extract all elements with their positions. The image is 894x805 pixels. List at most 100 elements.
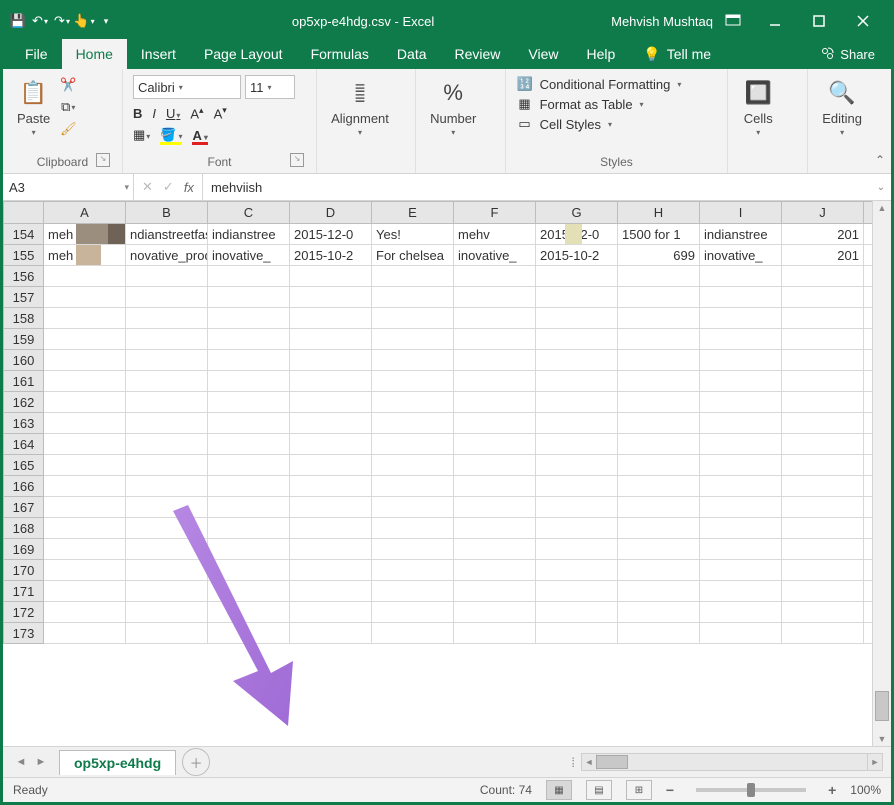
cell[interactable]: [618, 266, 700, 287]
cell[interactable]: [44, 518, 126, 539]
cell[interactable]: [290, 455, 372, 476]
cell[interactable]: [372, 581, 454, 602]
cell[interactable]: [864, 413, 873, 434]
cell[interactable]: [208, 455, 290, 476]
cell[interactable]: [454, 539, 536, 560]
cell[interactable]: [44, 560, 126, 581]
page-break-view-icon[interactable]: ⊞: [626, 780, 652, 800]
cell[interactable]: [618, 392, 700, 413]
cell[interactable]: [782, 539, 864, 560]
cell[interactable]: [290, 497, 372, 518]
zoom-slider[interactable]: [696, 788, 806, 792]
cell[interactable]: [782, 497, 864, 518]
row-header[interactable]: 154: [4, 224, 44, 245]
cell[interactable]: 201: [782, 245, 864, 266]
row-header[interactable]: 168: [4, 518, 44, 539]
cell[interactable]: [208, 329, 290, 350]
cell[interactable]: [208, 560, 290, 581]
cell[interactable]: [864, 581, 873, 602]
cell[interactable]: [126, 371, 208, 392]
row-header[interactable]: 157: [4, 287, 44, 308]
cell[interactable]: [618, 329, 700, 350]
column-header[interactable]: B: [126, 202, 208, 224]
cell-styles-button[interactable]: ▭Cell Styles▾: [516, 115, 682, 133]
column-header[interactable]: C: [208, 202, 290, 224]
tab-help[interactable]: Help: [573, 39, 630, 69]
row-header[interactable]: 173: [4, 623, 44, 644]
cell[interactable]: [536, 266, 618, 287]
cell[interactable]: [454, 392, 536, 413]
minimize-button[interactable]: [753, 3, 797, 39]
cell[interactable]: [44, 266, 126, 287]
fx-icon[interactable]: fx: [184, 180, 194, 195]
select-all-corner[interactable]: [4, 202, 44, 224]
cell[interactable]: [536, 581, 618, 602]
cell[interactable]: [536, 497, 618, 518]
cell[interactable]: [618, 476, 700, 497]
cell[interactable]: [44, 455, 126, 476]
cell[interactable]: [782, 329, 864, 350]
cell[interactable]: [864, 245, 873, 266]
cell[interactable]: [44, 392, 126, 413]
editing-button[interactable]: 🔍 Editing▾: [818, 75, 866, 139]
cell[interactable]: [700, 602, 782, 623]
cell[interactable]: [44, 623, 126, 644]
cell[interactable]: [536, 329, 618, 350]
font-color-button[interactable]: A▾: [192, 128, 207, 143]
cell[interactable]: [126, 476, 208, 497]
cell[interactable]: [700, 560, 782, 581]
cell[interactable]: [126, 266, 208, 287]
cell[interactable]: [700, 392, 782, 413]
cell[interactable]: [782, 308, 864, 329]
cell[interactable]: [536, 434, 618, 455]
cell[interactable]: [782, 476, 864, 497]
cell[interactable]: [126, 287, 208, 308]
cell[interactable]: [372, 350, 454, 371]
tab-page-layout[interactable]: Page Layout: [190, 39, 297, 69]
cell[interactable]: [372, 287, 454, 308]
cell[interactable]: [372, 623, 454, 644]
cell[interactable]: [618, 287, 700, 308]
row-header[interactable]: 162: [4, 392, 44, 413]
cell[interactable]: 2015-10-2: [290, 245, 372, 266]
cell[interactable]: [126, 623, 208, 644]
cell[interactable]: [782, 392, 864, 413]
user-name[interactable]: Mehvish Mushtaq: [611, 14, 713, 29]
cell[interactable]: [782, 371, 864, 392]
cell[interactable]: [864, 623, 873, 644]
share-button[interactable]: Share: [804, 39, 891, 69]
cell[interactable]: [700, 329, 782, 350]
row-header[interactable]: 167: [4, 497, 44, 518]
cell[interactable]: [618, 371, 700, 392]
paste-button[interactable]: 📋 Paste ▾: [13, 75, 54, 139]
cell[interactable]: [372, 371, 454, 392]
cell[interactable]: [372, 476, 454, 497]
cell[interactable]: [700, 518, 782, 539]
cell[interactable]: [290, 392, 372, 413]
cell[interactable]: [536, 539, 618, 560]
format-painter-icon[interactable]: 🖌: [58, 119, 78, 139]
cell[interactable]: [126, 308, 208, 329]
cell[interactable]: [44, 371, 126, 392]
cell[interactable]: [44, 476, 126, 497]
name-box[interactable]: A3▾: [3, 174, 134, 200]
cell[interactable]: 1500 for 1: [618, 224, 700, 245]
new-sheet-button[interactable]: ＋: [182, 748, 210, 776]
sheet-tab[interactable]: op5xp-e4hdg: [59, 750, 176, 775]
cell[interactable]: [126, 434, 208, 455]
cell[interactable]: [372, 308, 454, 329]
cell[interactable]: [208, 476, 290, 497]
row-header[interactable]: 165: [4, 455, 44, 476]
cell[interactable]: [454, 560, 536, 581]
cell[interactable]: indianstree: [700, 224, 782, 245]
cell[interactable]: [536, 560, 618, 581]
row-header[interactable]: 172: [4, 602, 44, 623]
cell[interactable]: [126, 560, 208, 581]
cell[interactable]: [44, 434, 126, 455]
cell[interactable]: [290, 329, 372, 350]
scrollbar-thumb[interactable]: [596, 755, 628, 769]
cell[interactable]: 699: [618, 245, 700, 266]
tab-file[interactable]: File: [11, 39, 62, 69]
cell[interactable]: [454, 455, 536, 476]
save-icon[interactable]: 💾: [9, 12, 27, 30]
